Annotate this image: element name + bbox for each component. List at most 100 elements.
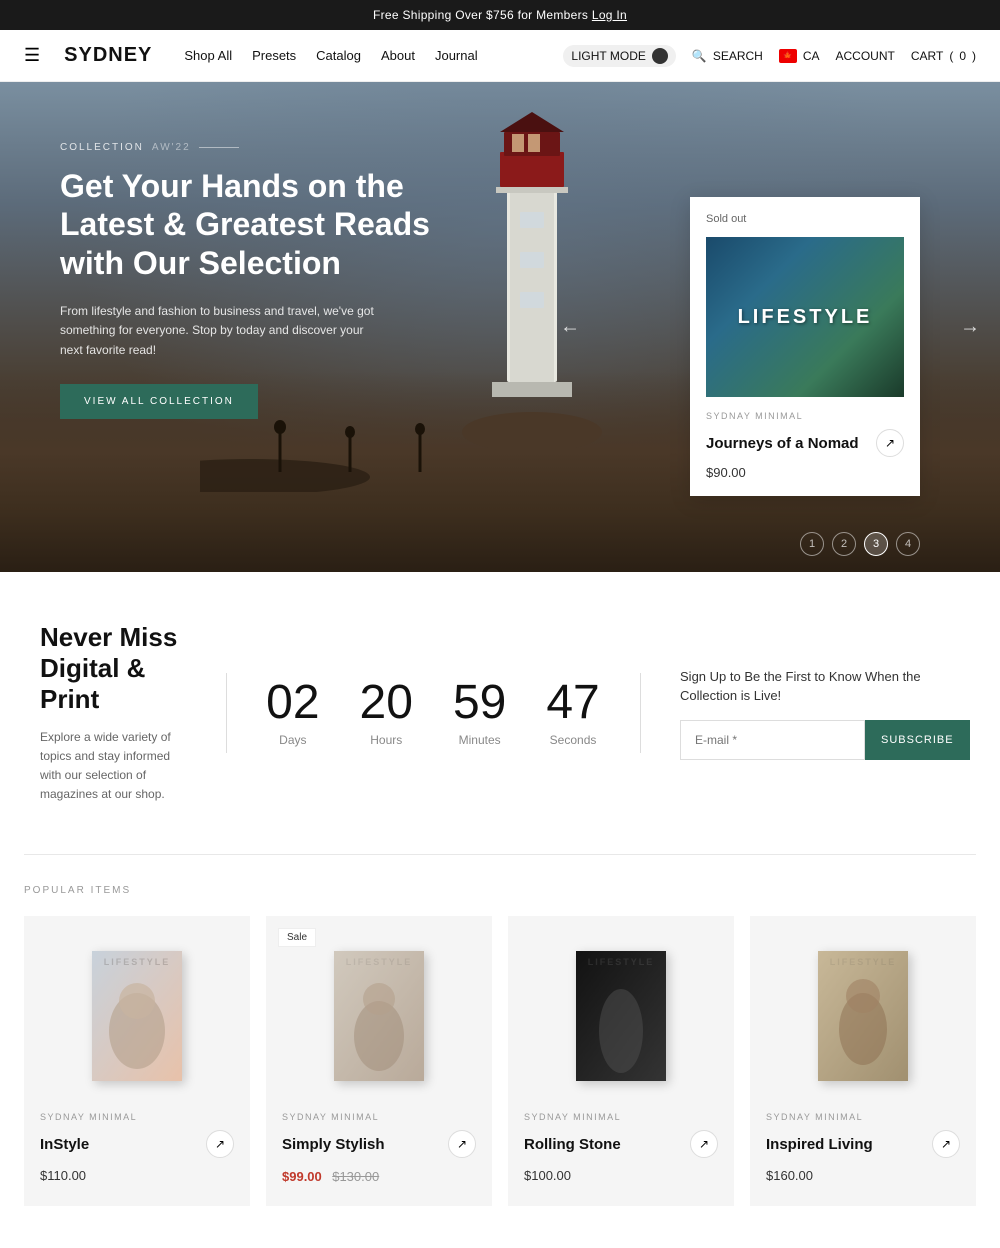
seconds-value: 47 — [546, 679, 599, 727]
light-mode-toggle[interactable]: LIGHT MODE — [563, 45, 675, 67]
nav-shop-all[interactable]: Shop All — [184, 48, 232, 63]
product-brand-2: SYDNAY MINIMAL — [282, 1112, 476, 1122]
magazine-thumb-4: LIFESTYLE — [818, 951, 908, 1081]
announcement-link[interactable]: Log In — [592, 8, 627, 22]
countdown-seconds: 47 Seconds — [546, 679, 599, 747]
product-arrow-4[interactable]: ↗ — [932, 1130, 960, 1158]
product-name-row-4: Inspired Living ↗ — [766, 1130, 960, 1158]
countdown-timer: 02 Days 20 Hours 59 Minutes 47 Seconds — [266, 679, 600, 747]
nav-catalog[interactable]: Catalog — [316, 48, 361, 63]
hero-prev-arrow[interactable]: ← — [560, 316, 580, 339]
product-card-3: LIFESTYLE SYDNAY MINIMAL Rolling Stone ↗… — [508, 916, 734, 1206]
light-mode-label: LIGHT MODE — [571, 49, 645, 63]
subscribe-button[interactable]: SUBSCRIBE — [865, 720, 970, 760]
nav-about[interactable]: About — [381, 48, 415, 63]
hero-product-card: Sold out LIFESTYLE SYDNAY MINIMAL Journe… — [690, 197, 920, 496]
dot-4[interactable]: 4 — [896, 532, 920, 556]
cart-label: CART — [911, 49, 943, 63]
minutes-label: Minutes — [453, 733, 506, 747]
hours-label: Hours — [360, 733, 413, 747]
hero-pagination-dots: 1 2 3 4 — [800, 532, 920, 556]
signup-form: SUBSCRIBE — [680, 720, 960, 760]
nav-links: Shop All Presets Catalog About Journal — [184, 48, 477, 63]
countdown-days: 02 Days — [266, 679, 319, 747]
product-arrow-3[interactable]: ↗ — [690, 1130, 718, 1158]
signup-block: Sign Up to Be the First to Know When the… — [680, 667, 960, 760]
card-name-row: Journeys of a Nomad ↗ — [706, 429, 904, 457]
product-name-4: Inspired Living — [766, 1136, 873, 1153]
product-image-2: LIFESTYLE — [282, 936, 476, 1096]
flag-icon: 🍁 — [779, 49, 797, 63]
country-label: CA — [803, 49, 820, 63]
countdown-minutes: 59 Minutes — [453, 679, 506, 747]
product-brand-1: SYDNAY MINIMAL — [40, 1112, 234, 1122]
products-grid: LIFESTYLE SYDNAY MINIMAL InStyle ↗ $110.… — [24, 916, 976, 1206]
product-name-row-2: Simply Stylish ↗ — [282, 1130, 476, 1158]
product-name-2: Simply Stylish — [282, 1136, 385, 1153]
signup-text: Sign Up to Be the First to Know When the… — [680, 667, 960, 706]
hamburger-icon[interactable]: ☰ — [24, 45, 40, 66]
announcement-bar: Free Shipping Over $756 for Members Log … — [0, 0, 1000, 30]
nav-left: ☰ SYDNEY Shop All Presets Catalog About … — [24, 44, 478, 67]
navigation: ☰ SYDNEY Shop All Presets Catalog About … — [0, 30, 1000, 82]
card-magazine-image: LIFESTYLE — [706, 237, 904, 397]
product-price-1: $110.00 — [40, 1168, 234, 1183]
hero-description: From lifestyle and fashion to business a… — [60, 302, 380, 360]
product-name-row-1: InStyle ↗ — [40, 1130, 234, 1158]
product-arrow-1[interactable]: ↗ — [206, 1130, 234, 1158]
days-label: Days — [266, 733, 319, 747]
dot-2[interactable]: 2 — [832, 532, 856, 556]
announcement-text: Free Shipping Over $756 for Members — [373, 8, 588, 22]
countdown-section: Never Miss Digital & Print Explore a wid… — [0, 572, 1000, 854]
dot-1[interactable]: 1 — [800, 532, 824, 556]
product-price-sale-row-2: $99.00 $130.00 — [282, 1168, 476, 1186]
hero-next-arrow[interactable]: → — [960, 316, 980, 339]
cart-count-value: 0 — [959, 49, 966, 63]
search-label: SEARCH — [713, 49, 763, 63]
countdown-hours: 20 Hours — [360, 679, 413, 747]
product-card-4: LIFESTYLE SYDNAY MINIMAL Inspired Living… — [750, 916, 976, 1206]
product-image-4: LIFESTYLE — [766, 936, 960, 1096]
product-price-3: $100.00 — [524, 1168, 718, 1183]
product-name-1: InStyle — [40, 1136, 89, 1153]
search-icon: 🔍 — [692, 49, 707, 63]
hero-title: Get Your Hands on the Latest & Greatest … — [60, 167, 440, 282]
card-arrow-button[interactable]: ↗ — [876, 429, 904, 457]
toggle-circle — [652, 48, 668, 64]
product-price-4: $160.00 — [766, 1168, 960, 1183]
card-product-name: Journeys of a Nomad — [706, 435, 859, 452]
magazine-thumb-1: LIFESTYLE — [92, 951, 182, 1081]
hours-value: 20 — [360, 679, 413, 727]
product-brand-3: SYDNAY MINIMAL — [524, 1112, 718, 1122]
cart-button[interactable]: CART (0) — [911, 49, 976, 63]
countdown-text-block: Never Miss Digital & Print Explore a wid… — [40, 622, 186, 804]
card-price: $90.00 — [706, 465, 904, 480]
view-collection-button[interactable]: VIEW ALL COLLECTION — [60, 384, 258, 419]
nav-presets[interactable]: Presets — [252, 48, 296, 63]
sale-badge-2: Sale — [278, 928, 316, 947]
countdown-description: Explore a wide variety of topics and sta… — [40, 728, 186, 805]
product-image-1: LIFESTYLE — [40, 936, 234, 1096]
product-price-original-2: $130.00 — [332, 1169, 379, 1184]
product-arrow-2[interactable]: ↗ — [448, 1130, 476, 1158]
magazine-cover-title: LIFESTYLE — [738, 306, 873, 329]
dot-3[interactable]: 3 — [864, 532, 888, 556]
product-name-row-3: Rolling Stone ↗ — [524, 1130, 718, 1158]
search-button[interactable]: 🔍 SEARCH — [692, 49, 763, 63]
email-input[interactable] — [680, 720, 865, 760]
countdown-title: Never Miss Digital & Print — [40, 622, 186, 716]
logo[interactable]: SYDNEY — [64, 44, 152, 67]
popular-section-label: POPULAR ITEMS — [24, 885, 976, 896]
cart-count: ( — [949, 49, 953, 63]
nav-journal[interactable]: Journal — [435, 48, 478, 63]
collection-label: COLLECTION AW'22 — [60, 142, 440, 153]
hero-section: COLLECTION AW'22 Get Your Hands on the L… — [0, 82, 1000, 572]
nav-right: LIGHT MODE 🔍 SEARCH 🍁 CA ACCOUNT CART (0… — [563, 45, 976, 67]
account-button[interactable]: ACCOUNT — [836, 49, 895, 63]
product-name-3: Rolling Stone — [524, 1136, 621, 1153]
cart-close: ) — [972, 49, 976, 63]
country-selector[interactable]: 🍁 CA — [779, 49, 820, 63]
product-image-3: LIFESTYLE — [524, 936, 718, 1096]
sold-out-badge: Sold out — [706, 213, 904, 225]
product-card-1: LIFESTYLE SYDNAY MINIMAL InStyle ↗ $110.… — [24, 916, 250, 1206]
